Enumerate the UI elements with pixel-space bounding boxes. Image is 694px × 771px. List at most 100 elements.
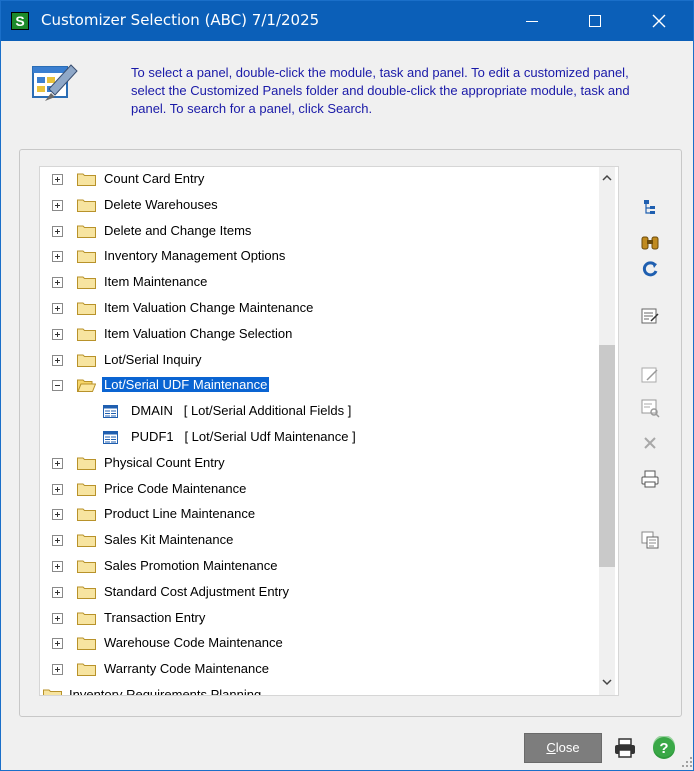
tree-item-label: Lot/Serial Inquiry bbox=[104, 351, 202, 367]
task-folder-item[interactable]: Lot/Serial Inquiry bbox=[40, 349, 600, 371]
delete-button bbox=[639, 432, 661, 454]
expand-icon[interactable] bbox=[52, 303, 63, 314]
expand-icon[interactable] bbox=[52, 535, 63, 547]
delete-icon bbox=[644, 437, 656, 449]
refresh-button[interactable] bbox=[639, 258, 661, 280]
task-folder-item[interactable]: Item Valuation Change Maintenance bbox=[40, 297, 600, 319]
folder-icon bbox=[77, 483, 96, 496]
tree-item-label: Inventory Requirements Planning bbox=[69, 687, 262, 696]
title-bar[interactable]: S Customizer Selection (ABC) 7/1/2025 bbox=[1, 1, 693, 41]
folder-icon bbox=[77, 612, 96, 625]
close-icon bbox=[652, 14, 666, 28]
task-folder-item[interactable]: Warehouse Code Maintenance bbox=[40, 632, 600, 654]
edit-panel-icon bbox=[641, 308, 659, 324]
expand-icon[interactable] bbox=[52, 199, 63, 211]
expand-icon[interactable] bbox=[52, 277, 63, 289]
copy-panel-button[interactable] bbox=[639, 529, 661, 551]
help-button[interactable]: ? bbox=[652, 735, 676, 760]
edit-panel-button[interactable] bbox=[639, 305, 661, 327]
folder-icon bbox=[77, 663, 96, 677]
panel-item[interactable]: DMAIN [ Lot/Serial Additional Fields ] bbox=[40, 400, 600, 422]
task-folder-item[interactable]: Item Maintenance bbox=[40, 271, 600, 293]
expand-icon[interactable] bbox=[52, 509, 63, 521]
minimize-button[interactable] bbox=[509, 1, 555, 41]
expand-icon[interactable] bbox=[52, 561, 63, 572]
expand-icon[interactable] bbox=[52, 354, 63, 366]
task-folder-item[interactable]: Product Line Maintenance bbox=[40, 503, 600, 525]
scroll-up-arrow[interactable] bbox=[599, 171, 615, 187]
panel-item[interactable]: PUDF1 [ Lot/Serial Udf Maintenance ] bbox=[40, 426, 600, 448]
expand-icon[interactable] bbox=[52, 664, 63, 676]
svg-text:?: ? bbox=[659, 740, 668, 757]
close-window-button[interactable] bbox=[636, 1, 682, 41]
task-folder-item[interactable]: Sales Kit Maintenance bbox=[40, 529, 600, 551]
print-panel-button[interactable] bbox=[639, 468, 661, 490]
binoculars-search-icon bbox=[641, 236, 659, 250]
folder-icon bbox=[77, 534, 96, 548]
close-mnemonic: C bbox=[546, 740, 556, 755]
expand-icon[interactable] bbox=[52, 612, 63, 624]
tree-item-label: Product Line Maintenance bbox=[104, 506, 256, 522]
expand-icon[interactable] bbox=[52, 457, 63, 469]
customizer-tools-icon bbox=[32, 64, 78, 101]
task-folder-item[interactable]: Delete and Change Items bbox=[40, 220, 600, 242]
task-folder-item[interactable]: Delete Warehouses bbox=[40, 194, 600, 216]
expand-icon[interactable] bbox=[52, 174, 63, 185]
panel-grid-icon bbox=[103, 405, 118, 419]
print-icon bbox=[641, 470, 659, 488]
task-folder-item[interactable]: Warranty Code Maintenance bbox=[40, 658, 600, 680]
task-folder-item[interactable]: Inventory Management Options bbox=[40, 245, 600, 267]
tree-item-label: Price Code Maintenance bbox=[104, 480, 247, 496]
tree-vertical-scrollbar[interactable] bbox=[599, 167, 615, 695]
expand-icon[interactable] bbox=[52, 328, 63, 340]
tree-item-label: Sales Kit Maintenance bbox=[104, 532, 234, 548]
tree-item-label: Lot/Serial UDF Maintenance bbox=[102, 377, 270, 393]
tree-view-icon bbox=[644, 200, 655, 214]
customize-panel-icon bbox=[641, 367, 658, 383]
task-folder-item[interactable]: Sales Promotion Maintenance bbox=[40, 555, 600, 577]
expand-icon[interactable] bbox=[52, 225, 63, 237]
panel-grid-icon bbox=[103, 431, 118, 444]
task-folder-item[interactable]: Count Card Entry bbox=[40, 168, 600, 190]
task-folder-item[interactable]: Price Code Maintenance bbox=[40, 478, 600, 500]
maximize-icon bbox=[589, 15, 601, 27]
resize-grip-icon[interactable] bbox=[681, 756, 693, 768]
scroll-thumb[interactable] bbox=[599, 345, 615, 567]
tree-item-label: Count Card Entry bbox=[104, 171, 205, 186]
task-folder-item[interactable]: Transaction Entry bbox=[40, 607, 600, 629]
open-folder-icon bbox=[77, 379, 96, 393]
module-folder-item[interactable]: Inventory Requirements Planning bbox=[40, 684, 600, 696]
folder-icon bbox=[43, 689, 62, 695]
tree-item-label: Physical Count Entry bbox=[104, 454, 225, 470]
panel-tree[interactable]: Count Card Entry Delete Warehouses Delete … bbox=[39, 166, 619, 696]
task-folder-item[interactable]: Item Valuation Change Selection bbox=[40, 323, 600, 345]
refresh-icon bbox=[642, 261, 658, 277]
expand-icon[interactable] bbox=[52, 483, 63, 495]
customize-panel-button bbox=[639, 364, 661, 386]
panel-item-label: DMAIN [ Lot/Serial Additional Fields ] bbox=[131, 403, 352, 419]
tree-item-label: Item Valuation Change Selection bbox=[104, 325, 293, 341]
collapse-icon[interactable] bbox=[52, 380, 63, 392]
expand-collapse-tree-button[interactable] bbox=[639, 197, 661, 219]
folder-icon bbox=[77, 637, 96, 651]
folder-icon bbox=[77, 508, 96, 522]
expand-icon[interactable] bbox=[52, 586, 63, 598]
expand-icon[interactable] bbox=[52, 638, 63, 650]
search-button[interactable] bbox=[639, 232, 661, 254]
task-folder-item[interactable]: Standard Cost Adjustment Entry bbox=[40, 581, 600, 603]
panel-item-label: PUDF1 [ Lot/Serial Udf Maintenance ] bbox=[131, 429, 356, 444]
customizer-selection-window: S Customizer Selection (ABC) 7/1/2025 To… bbox=[0, 0, 694, 771]
task-folder-item[interactable]: Lot/Serial UDF Maintenance bbox=[40, 374, 600, 396]
scroll-down-arrow[interactable] bbox=[599, 675, 615, 691]
folder-icon bbox=[77, 560, 96, 573]
expand-icon[interactable] bbox=[52, 251, 63, 263]
close-button[interactable]: Close bbox=[524, 733, 602, 763]
folder-icon bbox=[77, 302, 96, 315]
maximize-button[interactable] bbox=[572, 1, 618, 41]
task-folder-item[interactable]: Physical Count Entry bbox=[40, 452, 600, 474]
preview-panel-button bbox=[639, 397, 661, 419]
print-button[interactable] bbox=[613, 736, 637, 760]
folder-icon bbox=[77, 276, 96, 290]
chevron-up-icon bbox=[602, 174, 612, 181]
chevron-down-icon bbox=[602, 679, 612, 686]
